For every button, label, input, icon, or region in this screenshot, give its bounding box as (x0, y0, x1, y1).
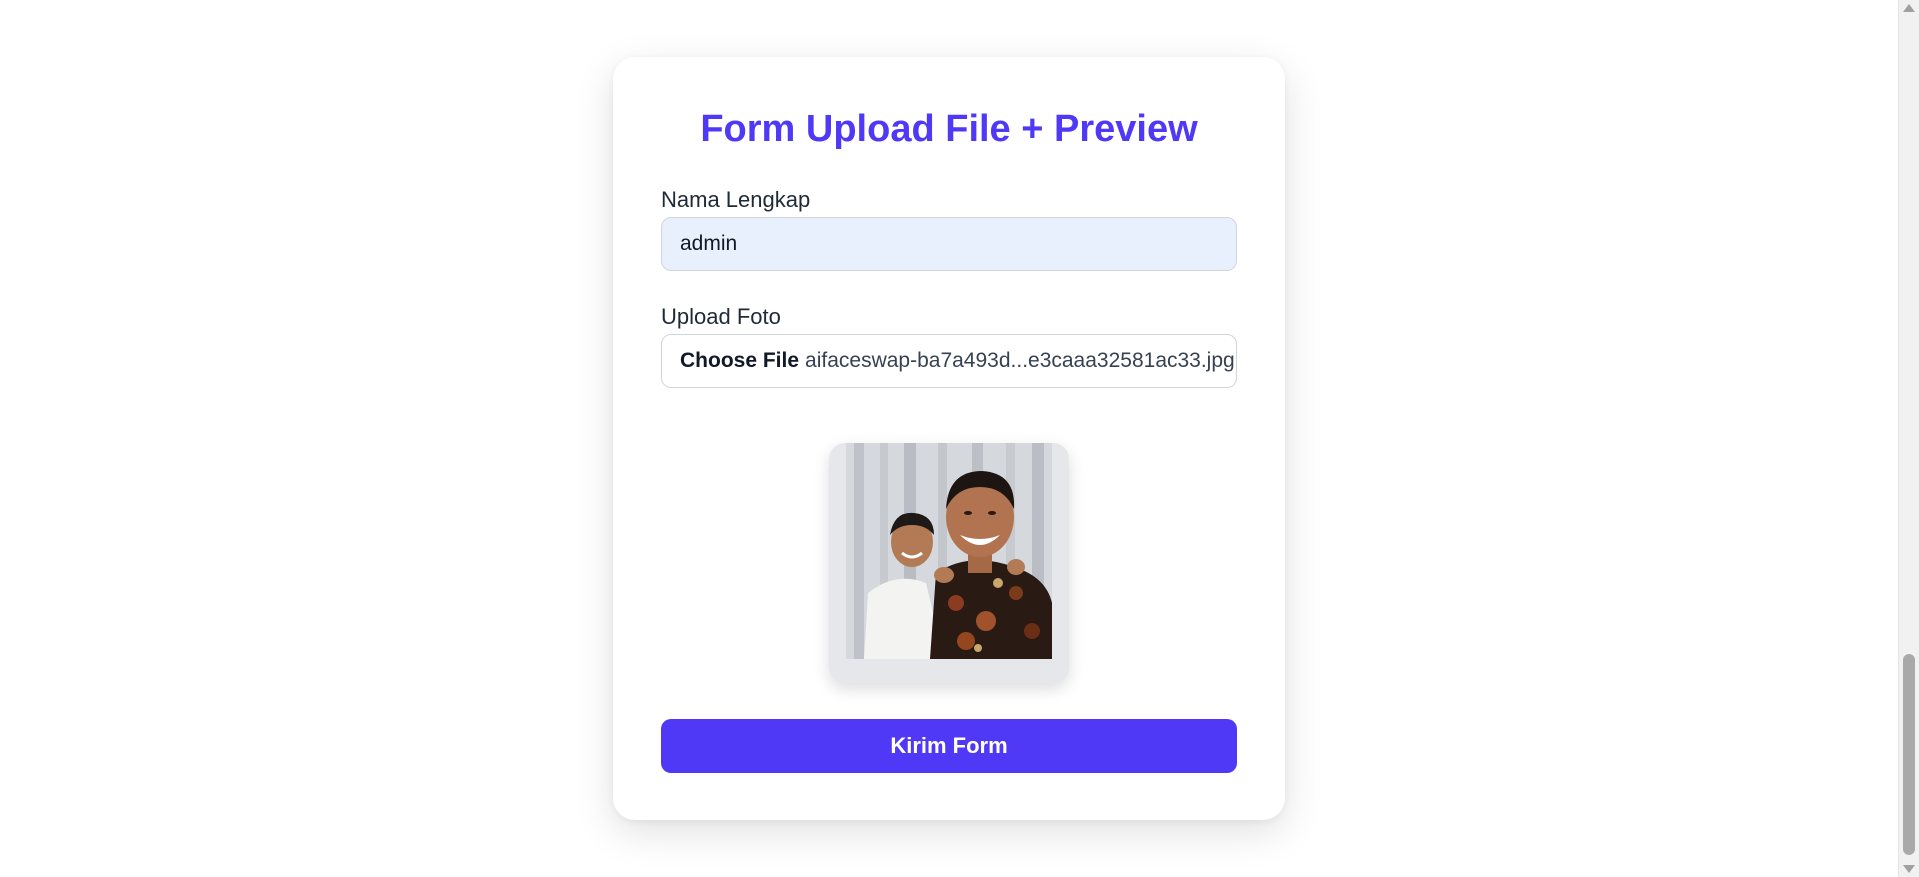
preview-image (846, 443, 1052, 659)
form-title: Form Upload File + Preview (700, 108, 1198, 150)
photo-upload-label: Upload Foto (661, 304, 781, 329)
name-label: Nama Lengkap (661, 187, 811, 212)
scroll-up-arrow-icon[interactable] (1903, 4, 1915, 12)
photo-file-input[interactable]: Choose File aifaceswap-ba7a493d...e3caaa… (661, 334, 1237, 388)
vertical-scrollbar[interactable] (1898, 0, 1919, 877)
scroll-down-arrow-icon[interactable] (1903, 865, 1915, 873)
upload-form-card: Form Upload File + Preview Nama Lengkap … (613, 57, 1285, 820)
selected-file-name: aifaceswap-ba7a493d...e3caaa32581ac33.jp… (805, 349, 1235, 372)
image-preview-frame (829, 443, 1069, 683)
photo-illustration (846, 443, 1052, 659)
submit-form-button[interactable]: Kirim Form (661, 719, 1237, 773)
full-name-input[interactable] (661, 217, 1237, 271)
choose-file-button[interactable]: Choose File (680, 349, 799, 373)
scrollbar-thumb[interactable] (1903, 654, 1915, 855)
page: Form Upload File + Preview Nama Lengkap … (0, 0, 1919, 877)
